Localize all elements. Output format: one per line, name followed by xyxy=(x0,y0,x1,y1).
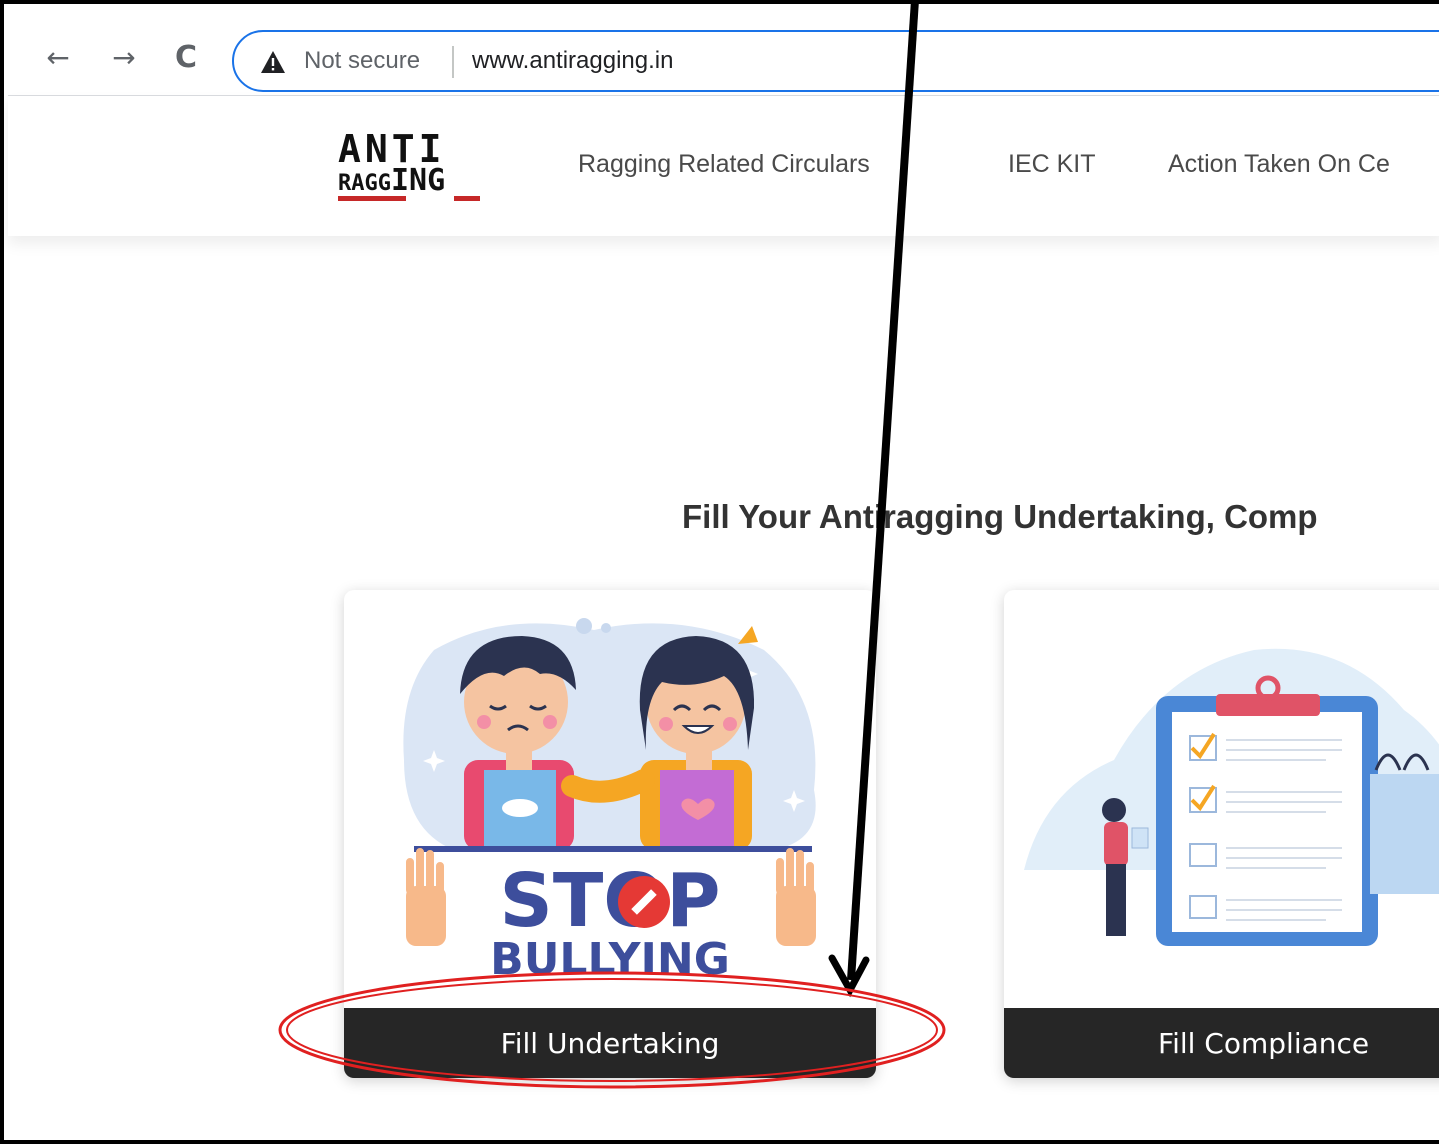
fill-compliance-button[interactable]: Fill Compliance xyxy=(1004,1008,1439,1078)
stop-bullying-illustration: STOP BULLYING xyxy=(403,618,816,985)
poster-stop-text: STOP xyxy=(500,858,721,944)
compliance-card[interactable]: Fill Compliance xyxy=(1004,590,1439,1078)
logo-underline-right xyxy=(454,196,480,201)
reload-icon[interactable]: C xyxy=(170,42,202,74)
site-header: ANTI RAGGING Ragging Related Circulars I… xyxy=(8,96,1439,236)
page-frame: ← → C Not secure www.antiragging.in ANTI… xyxy=(0,0,1439,1144)
nav-ragging-circulars[interactable]: Ragging Related Circulars xyxy=(578,150,870,179)
checklist-illustration xyxy=(1024,648,1439,946)
poster-bullying-text: BULLYING xyxy=(490,934,730,985)
browser-toolbar: ← → C Not secure www.antiragging.in xyxy=(8,8,1439,96)
undertaking-card[interactable]: STOP BULLYING Fill Undertaking xyxy=(344,590,876,1078)
not-secure-label[interactable]: Not secure xyxy=(304,47,420,75)
logo-text-bottom-left: RAGG xyxy=(338,171,391,196)
back-arrow-icon[interactable]: ← xyxy=(42,42,74,74)
forward-arrow-icon[interactable]: → xyxy=(108,42,140,74)
address-separator xyxy=(452,46,454,78)
anti-ragging-logo[interactable]: ANTI RAGGING xyxy=(336,130,492,204)
warning-icon[interactable] xyxy=(260,50,286,74)
fill-undertaking-button[interactable]: Fill Undertaking xyxy=(344,1008,876,1078)
page-heading: Fill Your Antiragging Undertaking, Comp xyxy=(682,498,1318,535)
nav-iec-kit[interactable]: IEC KIT xyxy=(1008,150,1096,179)
nav-action-taken[interactable]: Action Taken On Ce xyxy=(1168,150,1390,179)
logo-underline-left xyxy=(338,196,406,201)
logo-text-bottom-right: ING xyxy=(390,163,446,198)
address-bar[interactable]: Not secure www.antiragging.in xyxy=(232,30,1439,92)
url-text[interactable]: www.antiragging.in xyxy=(472,47,673,75)
logo-text-bottom: RAGGING xyxy=(338,166,445,196)
